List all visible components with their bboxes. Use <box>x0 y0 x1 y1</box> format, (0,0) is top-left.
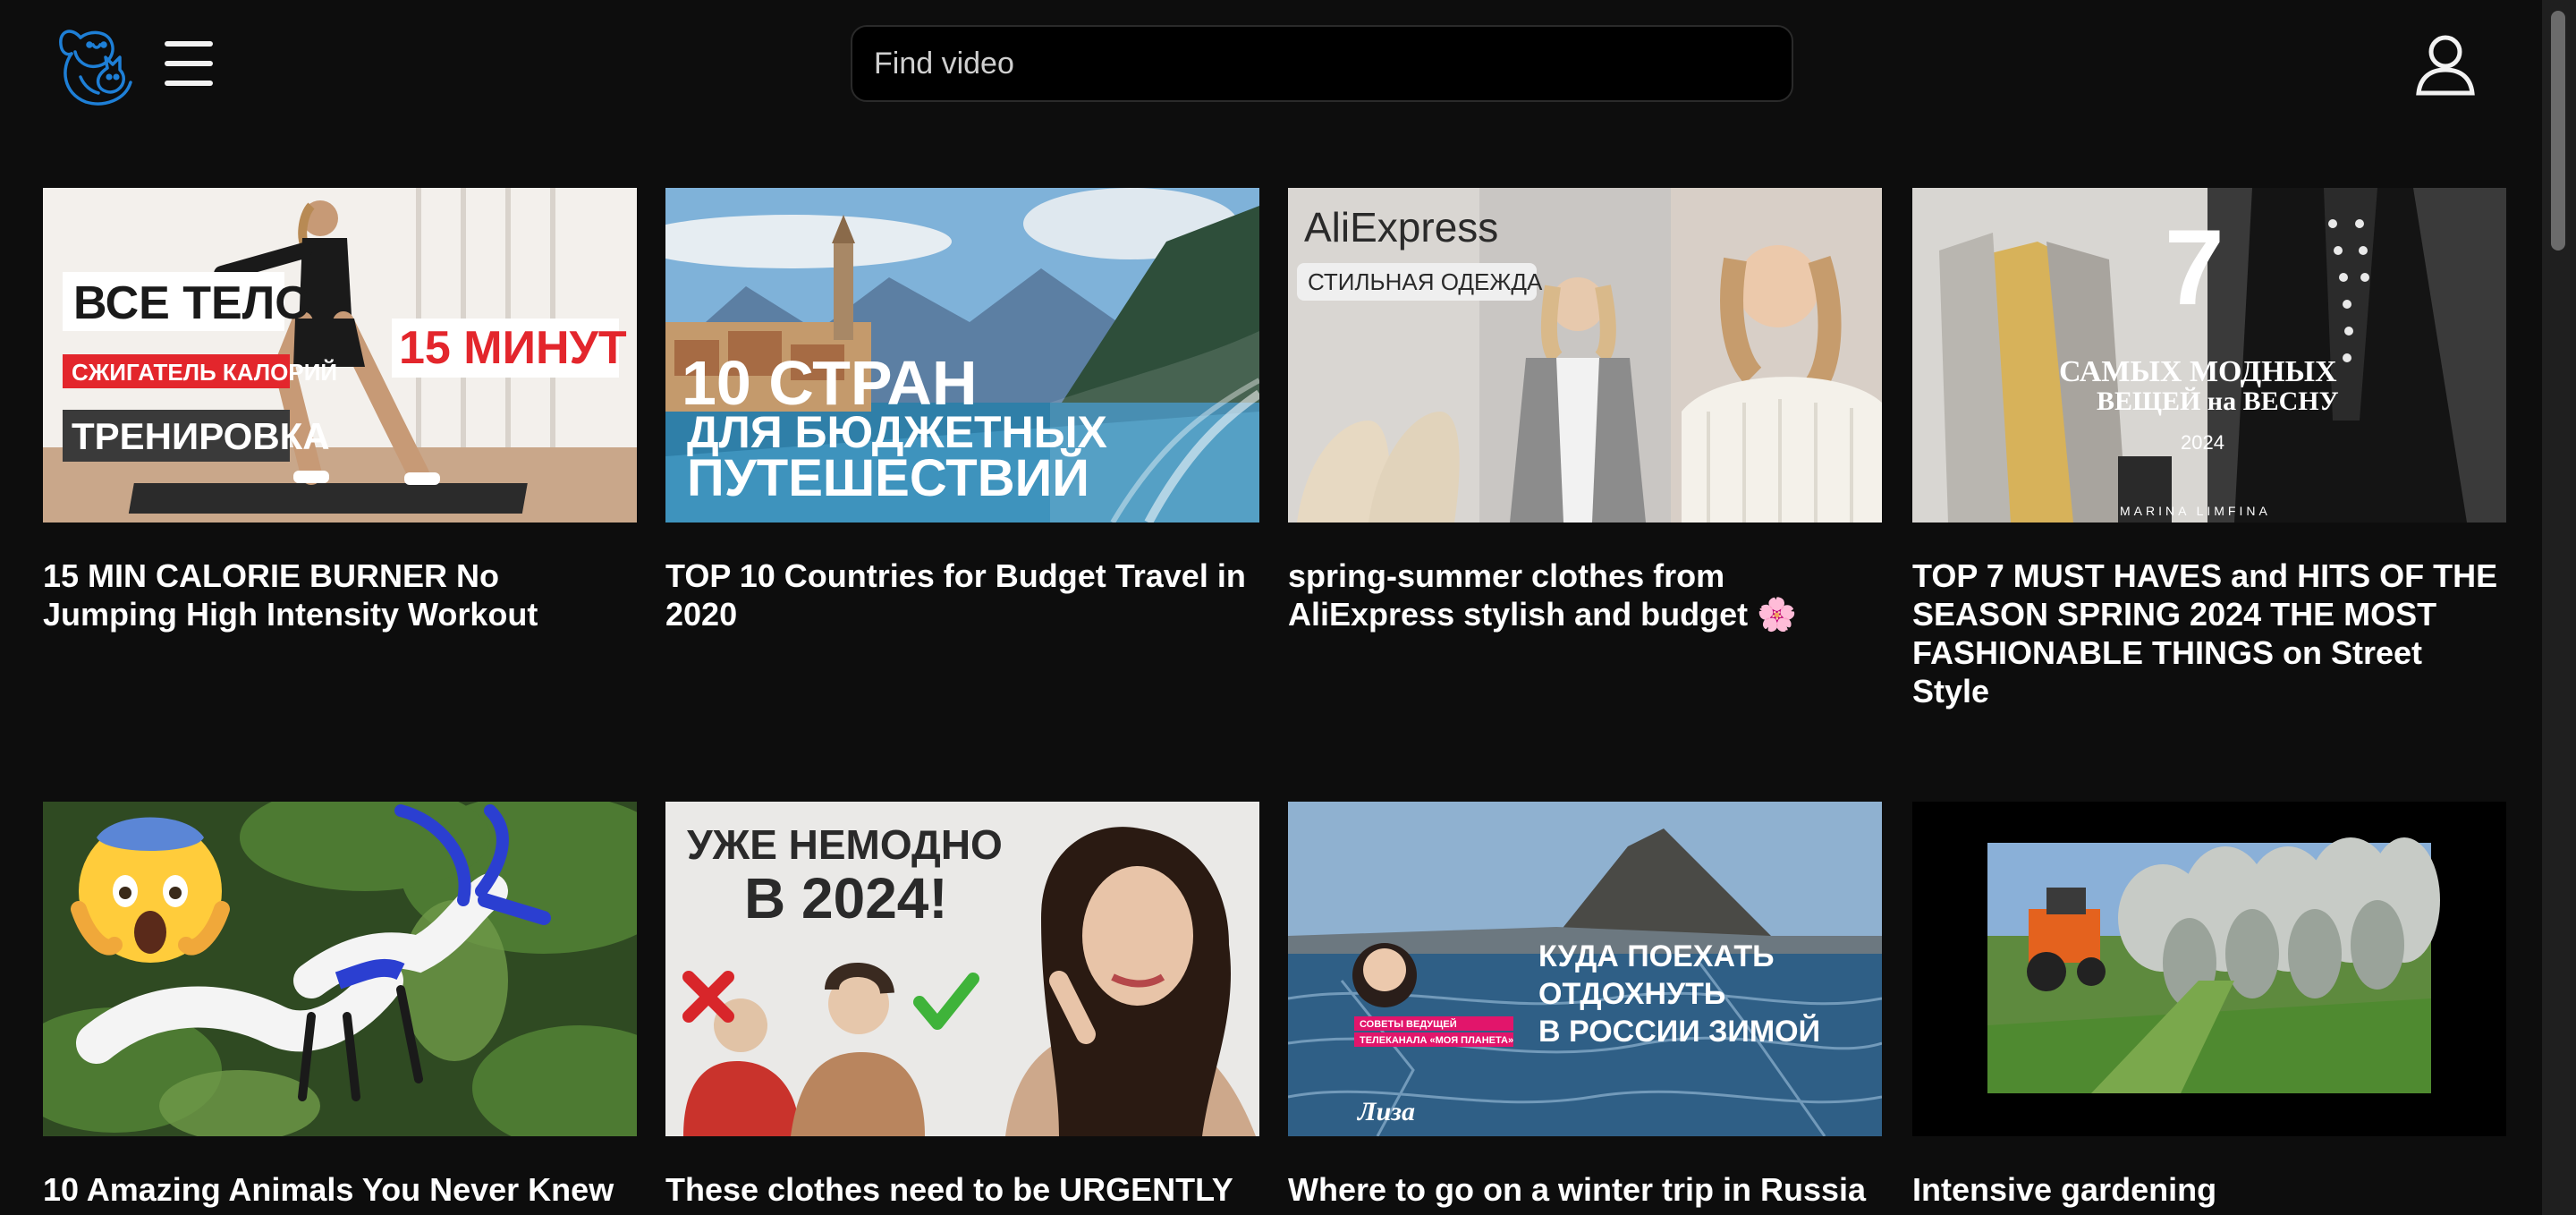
video-title[interactable]: TOP 10 Countries for Budget Travel in 20… <box>665 557 1256 633</box>
thumb-label: AliExpress <box>1304 204 1498 251</box>
thumb-label: СЖИГАТЕЛЬ КАЛОРИЙ <box>72 359 337 386</box>
thumb-label: В 2024! <box>744 866 948 930</box>
thumb-label: Лиза <box>1356 1097 1415 1126</box>
thumb-label: 2024 <box>2181 431 2224 454</box>
video-title[interactable]: TOP 7 MUST HAVES and HITS OF THE SEASON … <box>1912 557 2503 710</box>
thumb-label: УЖЕ НЕМОДНО <box>687 821 1003 868</box>
video-thumbnail[interactable]: СОВЕТЫ ВЕДУЩЕЙ ТЕЛЕКАНАЛА «МОЯ ПЛАНЕТА» … <box>1288 802 1882 1136</box>
thumb-label: ВСЕ ТЕЛО <box>73 277 311 329</box>
thumb-label: СОВЕТЫ ВЕДУЩЕЙ <box>1360 1018 1457 1030</box>
video-title[interactable]: Where to go on a winter trip in Russia <box>1288 1170 1878 1209</box>
hamburger-menu-icon[interactable] <box>165 41 215 86</box>
page: ВСЕ ТЕЛО СЖИГАТЕЛЬ КАЛОРИЙ ТРЕНИРОВКА 15… <box>0 0 2576 1215</box>
thumb-label: 7 <box>2165 208 2224 327</box>
thumb-label: В РОССИИ ЗИМОЙ <box>1538 1014 1820 1049</box>
video-thumbnail[interactable] <box>43 802 637 1136</box>
thumb-label: ВЕЩЕЙ на ВЕСНУ <box>2097 387 2339 416</box>
video-title[interactable]: spring-summer clothes from AliExpress st… <box>1288 557 1878 633</box>
dog-cat-logo-icon[interactable] <box>54 18 138 109</box>
video-thumbnail[interactable]: УЖЕ НЕМОДНО В 2024! <box>665 802 1259 1136</box>
video-card[interactable]: Intensive gardening <box>1912 802 2506 1209</box>
thumb-label: СТИЛЬНАЯ ОДЕЖДА <box>1308 268 1543 295</box>
thumb-label: САМЫХ МОДНЫХ <box>2059 355 2337 388</box>
video-title[interactable]: 15 MIN CALORIE BURNER No Jumping High In… <box>43 557 633 633</box>
video-card[interactable]: 7 САМЫХ МОДНЫХ ВЕЩЕЙ на ВЕСНУ 2024 MARIN… <box>1912 188 2506 710</box>
thumb-label: MARINA LIMFINA <box>2120 504 2271 518</box>
video-card[interactable]: СОВЕТЫ ВЕДУЩЕЙ ТЕЛЕКАНАЛА «МОЯ ПЛАНЕТА» … <box>1288 802 1882 1209</box>
thumb-label: ОТДОХНУТЬ <box>1538 977 1725 1011</box>
video-card[interactable]: 10 СТРАН ДЛЯ БЮДЖЕТНЫХ ПУТЕШЕСТВИЙ TOP 1… <box>665 188 1259 633</box>
video-title[interactable]: These clothes need to be URGENTLY THROWE… <box>665 1170 1256 1215</box>
video-thumbnail[interactable]: 10 СТРАН ДЛЯ БЮДЖЕТНЫХ ПУТЕШЕСТВИЙ <box>665 188 1259 523</box>
video-thumbnail[interactable] <box>1912 802 2506 1136</box>
video-card[interactable]: ВСЕ ТЕЛО СЖИГАТЕЛЬ КАЛОРИЙ ТРЕНИРОВКА 15… <box>43 188 637 633</box>
video-thumbnail[interactable]: ВСЕ ТЕЛО СЖИГАТЕЛЬ КАЛОРИЙ ТРЕНИРОВКА 15… <box>43 188 637 523</box>
vertical-scrollbar[interactable] <box>2542 0 2576 1215</box>
thumb-label: 15 МИНУТ <box>399 322 627 374</box>
video-card[interactable]: 10 Amazing Animals You Never Knew Existe… <box>43 802 637 1215</box>
thumb-label: ТРЕНИРОВКА <box>72 415 330 457</box>
top-bar <box>0 0 2540 134</box>
thumb-label: КУДА ПОЕХАТЬ <box>1538 939 1775 973</box>
video-title[interactable]: Intensive gardening <box>1912 1170 2503 1209</box>
video-thumbnail[interactable]: AliExpress СТИЛЬНАЯ ОДЕЖДА <box>1288 188 1882 523</box>
thumb-label: ПУТЕШЕСТВИЙ <box>687 449 1089 507</box>
video-thumbnail[interactable]: 7 САМЫХ МОДНЫХ ВЕЩЕЙ на ВЕСНУ 2024 MARIN… <box>1912 188 2506 523</box>
thumb-label: ТЕЛЕКАНАЛА «МОЯ ПЛАНЕТА» <box>1360 1035 1513 1046</box>
scrollbar-thumb[interactable] <box>2551 11 2565 251</box>
video-title[interactable]: 10 Amazing Animals You Never Knew Existe… <box>43 1170 633 1215</box>
video-card[interactable]: AliExpress СТИЛЬНАЯ ОДЕЖДА spring-summer… <box>1288 188 1882 633</box>
video-card[interactable]: УЖЕ НЕМОДНО В 2024! These clothes need t… <box>665 802 1259 1215</box>
user-account-icon[interactable] <box>2415 34 2476 97</box>
search-input[interactable] <box>851 25 1793 102</box>
